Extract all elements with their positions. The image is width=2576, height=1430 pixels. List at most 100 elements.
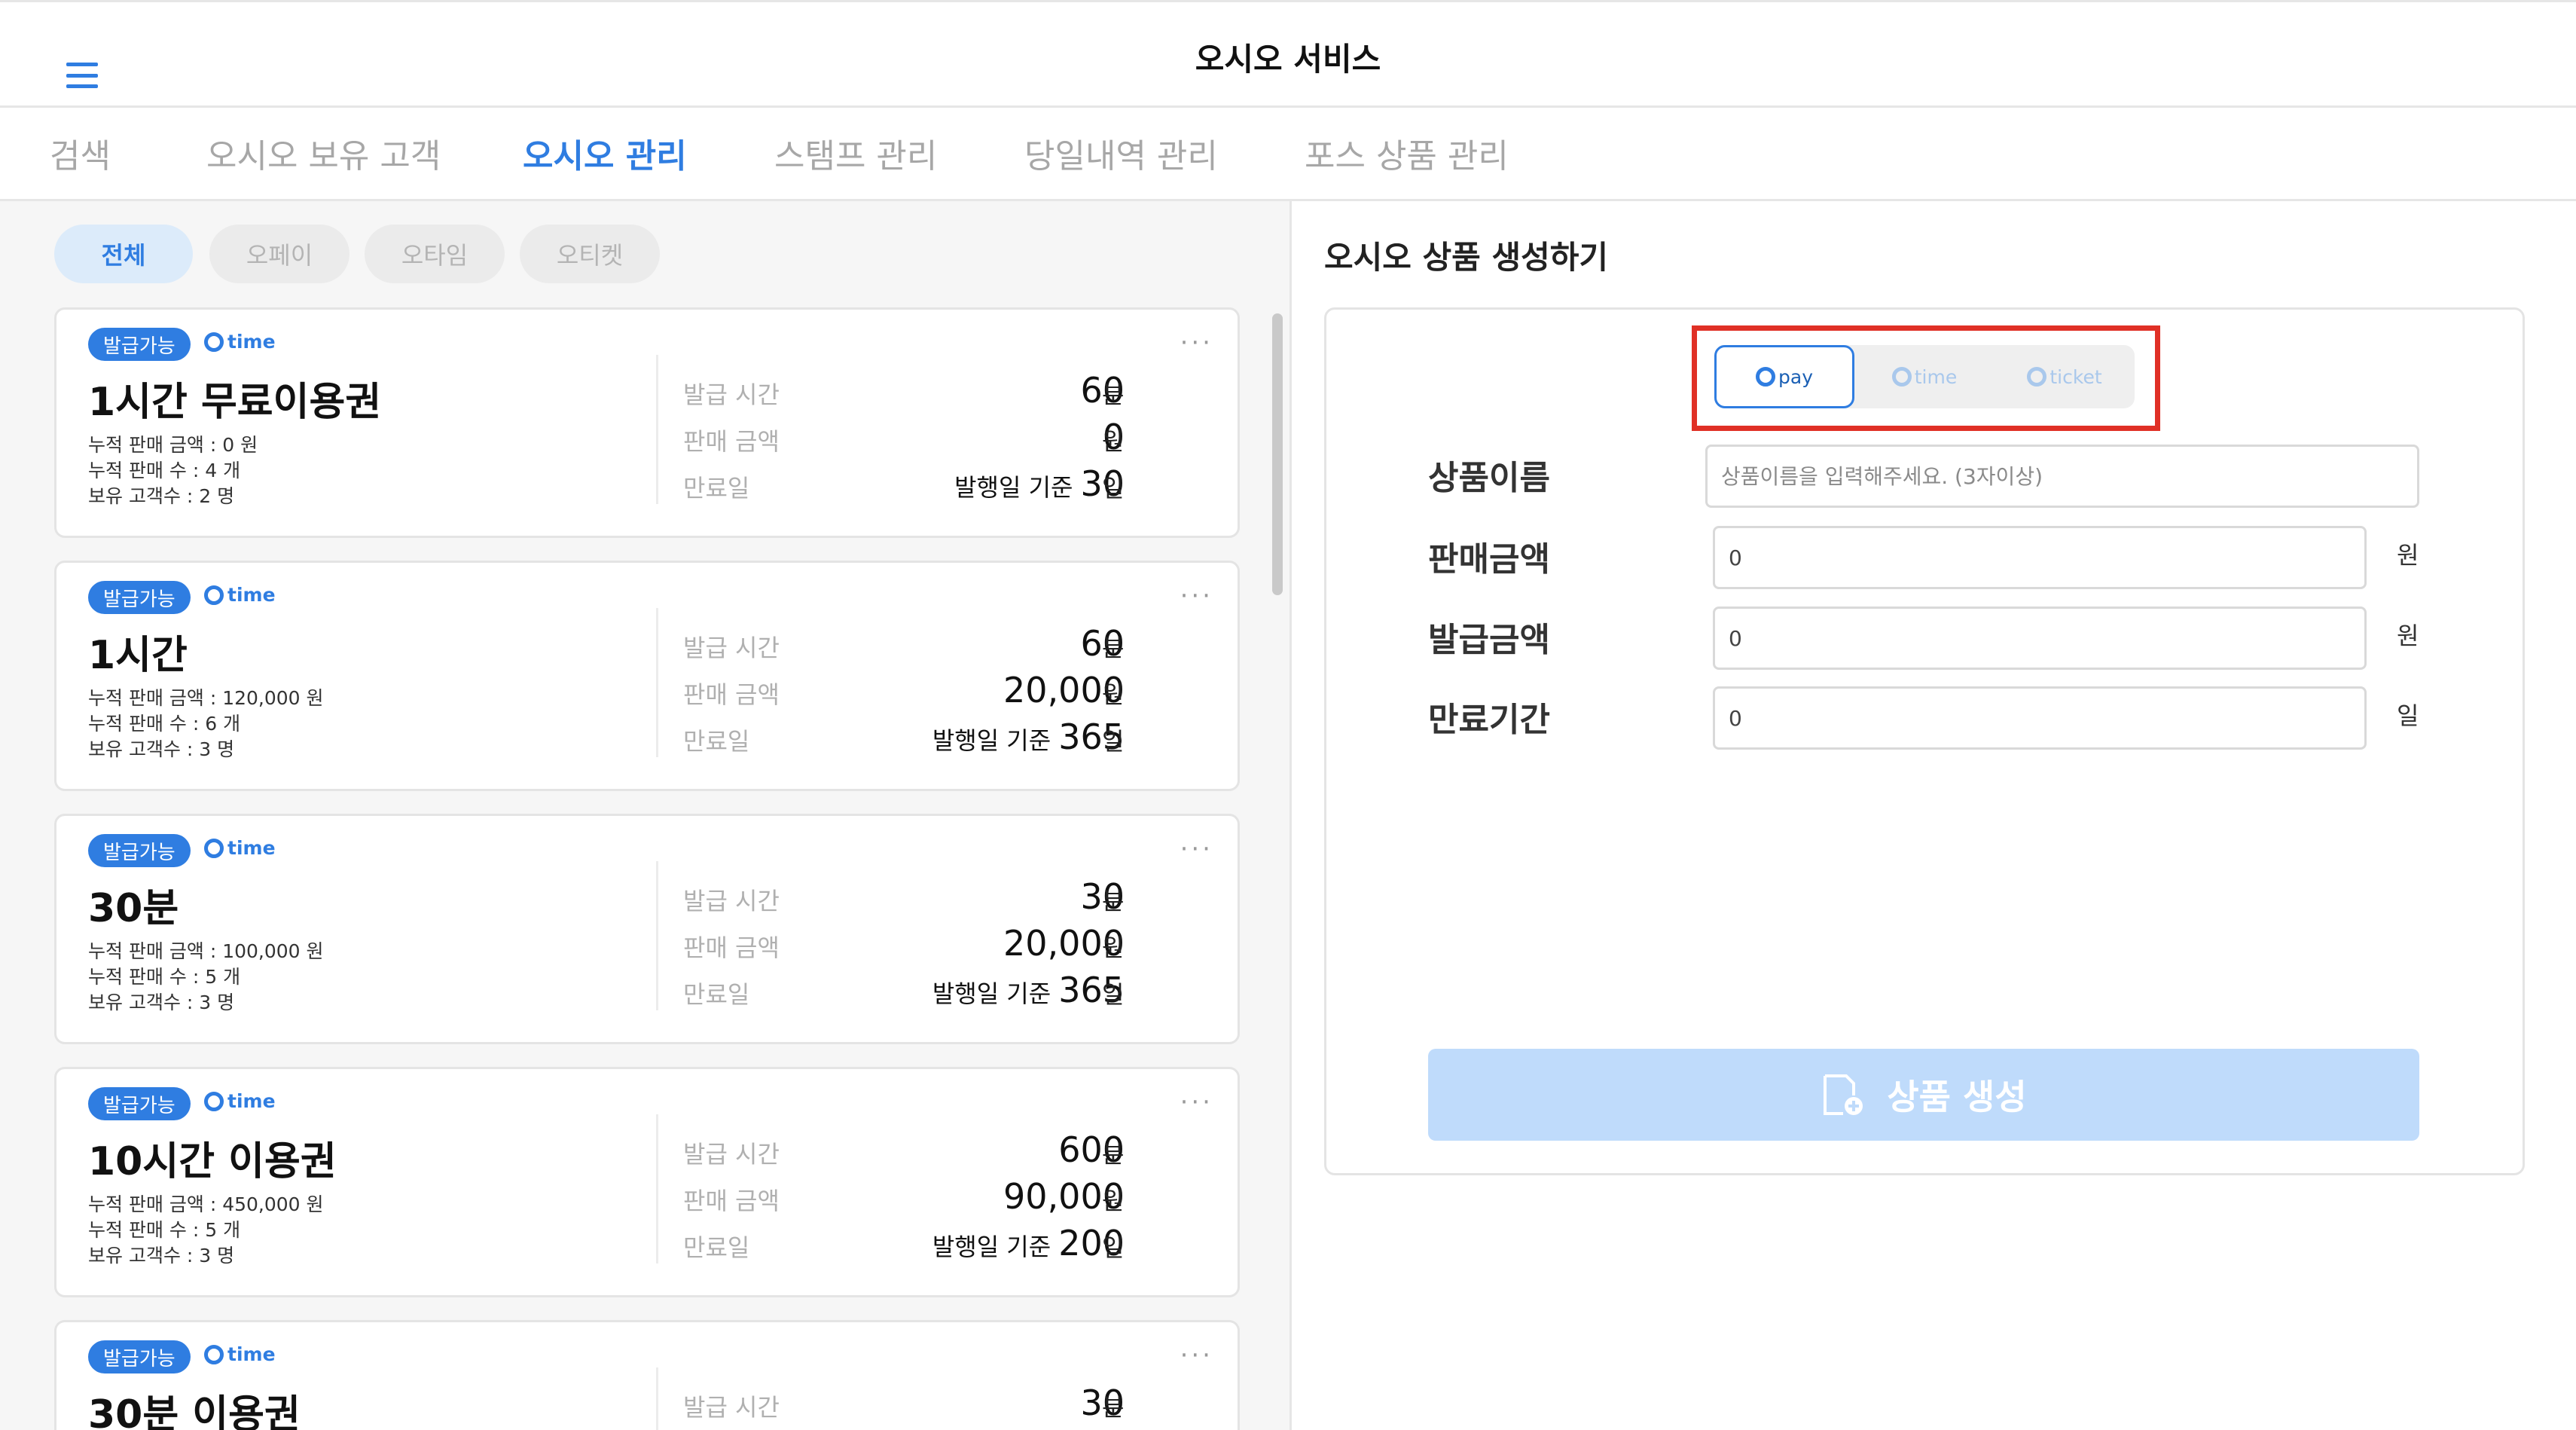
label-issue-amount: 발급금액 [1428,621,1550,659]
highlight-box [1692,325,2160,431]
product-type-tag: time [204,837,276,859]
stat-holders: 보유 고객수 : 2 명 [88,485,235,507]
label-expiry: 만료일 [683,980,750,1009]
tab-pos-products[interactable]: 포스 상품 관리 [1305,129,1509,177]
o-ring-icon [204,1344,224,1364]
value-expiry: 발행일 기준 200 [932,1223,1125,1263]
product-card[interactable]: 발급가능 time ··· 10시간 이용권 누적 판매 금액 : 450,00… [54,1067,1240,1297]
stat-sales: 누적 판매 금액 : 120,000 원 [88,687,324,709]
more-options-icon[interactable]: ··· [1180,581,1213,611]
unit-minutes: 분 [1102,380,1125,409]
stat-holders: 보유 고객수 : 3 명 [88,992,235,1013]
tab-daily-history[interactable]: 당일내역 관리 [1024,129,1218,177]
more-options-icon[interactable]: ··· [1180,1340,1213,1370]
unit-minutes: 분 [1102,887,1125,915]
unit-won: 원 [1102,1187,1125,1215]
main-tabs: 검색 오시오 보유 고객 오시오 관리 스탬프 관리 당일내역 관리 포스 상품… [0,108,2576,201]
filter-all[interactable]: 전체 [54,225,193,283]
status-badge: 발급가능 [88,581,191,614]
unit-minutes: 분 [1102,1140,1125,1169]
unit-won: 원 [2397,541,2419,570]
issue-amount-input[interactable] [1713,607,2367,670]
status-badge: 발급가능 [88,1087,191,1120]
label-expiry: 만료일 [683,474,750,503]
product-type-tag: time [204,584,276,606]
unit-days: 일 [1102,1233,1125,1262]
divider [656,1114,658,1263]
stat-count: 누적 판매 수 : 4 개 [88,460,241,481]
sale-price-input[interactable] [1713,526,2367,589]
unit-won: 원 [1102,680,1125,709]
more-options-icon[interactable]: ··· [1180,834,1213,864]
label-issue-time: 발급 시간 [683,634,780,662]
label-expiry: 만료일 [683,1233,750,1262]
o-ring-icon [204,585,224,605]
label-sale-amount: 판매 금액 [683,680,780,709]
app-header: 오시오 서비스 [0,0,2576,108]
stat-count: 누적 판매 수 : 5 개 [88,1219,241,1241]
o-ring-icon [204,332,224,352]
tab-stamp-management[interactable]: 스탬프 관리 [774,129,937,177]
expiry-prefix: 발행일 기준 [932,1233,1051,1261]
tab-osio-management[interactable]: 오시오 관리 [523,129,687,177]
divider [656,355,658,504]
expiry-period-input[interactable] [1713,686,2367,750]
product-name-input[interactable] [1705,445,2419,508]
add-document-icon [1824,1074,1863,1115]
product-type-tag: time [204,331,276,353]
status-badge: 발급가능 [88,328,191,361]
label-sale-amount: 판매 금액 [683,933,780,962]
tab-osio-customers[interactable]: 오시오 보유 고객 [206,129,441,177]
status-badge: 발급가능 [88,834,191,867]
stat-holders: 보유 고객수 : 3 명 [88,738,235,760]
tab-search[interactable]: 검색 [50,129,111,177]
more-options-icon[interactable]: ··· [1180,1087,1213,1117]
filter-opay[interactable]: 오페이 [209,225,349,283]
product-card[interactable]: 발급가능 time ··· 30분 누적 판매 금액 : 100,000 원 누… [54,814,1240,1044]
more-options-icon[interactable]: ··· [1180,328,1213,358]
product-card[interactable]: 발급가능 time ··· 1시간 누적 판매 금액 : 120,000 원 누… [54,561,1240,791]
product-name: 1시간 [88,633,188,678]
expiry-prefix: 발행일 기준 [932,979,1051,1008]
create-product-button[interactable]: 상품 생성 [1428,1049,2419,1141]
unit-minutes: 분 [1102,1393,1125,1422]
o-ring-icon [204,1091,224,1111]
label-issue-time: 발급 시간 [683,1393,780,1422]
value-expiry: 발행일 기준 365 [932,970,1125,1010]
product-card[interactable]: 발급가능 time ··· 30분 이용권 발급 시간 30 분 [54,1320,1240,1430]
label-expiry-period: 만료기간 [1428,701,1550,739]
label-issue-time: 발급 시간 [683,1140,780,1169]
unit-days: 일 [1102,727,1125,756]
divider [656,1367,658,1430]
stat-count: 누적 판매 수 : 6 개 [88,713,241,735]
expiry-prefix: 발행일 기준 [932,726,1051,755]
product-type-tag: time [204,1343,276,1365]
panel-divider [1290,201,1292,1430]
label-issue-time: 발급 시간 [683,887,780,915]
expiry-prefix: 발행일 기준 [954,473,1073,502]
product-name: 10시간 이용권 [88,1139,337,1184]
create-product-label: 상품 생성 [1887,1077,2027,1117]
product-type-tag: time [204,1090,276,1112]
status-badge: 발급가능 [88,1340,191,1373]
label-sale-amount: 판매 금액 [683,427,780,456]
form-title: 오시오 상품 생성하기 [1324,239,1609,276]
value-expiry: 발행일 기준 365 [932,717,1125,757]
unit-days: 일 [2397,701,2419,730]
list-scrollbar[interactable] [1272,313,1283,595]
app-title: 오시오 서비스 [1195,41,1381,78]
product-name: 30분 이용권 [88,1392,301,1430]
product-name: 1시간 무료이용권 [88,380,382,425]
label-product-name: 상품이름 [1428,459,1550,497]
label-sale-price: 판매금액 [1428,540,1550,579]
stat-sales: 누적 판매 금액 : 450,000 원 [88,1193,324,1215]
stat-count: 누적 판매 수 : 5 개 [88,966,241,988]
unit-won: 원 [1102,427,1125,456]
unit-days: 일 [1102,474,1125,503]
label-expiry: 만료일 [683,727,750,756]
filter-otime[interactable]: 오타임 [365,225,505,283]
filter-oticket[interactable]: 오티켓 [520,225,660,283]
divider [656,608,658,757]
stat-sales: 누적 판매 금액 : 0 원 [88,434,258,456]
product-card[interactable]: 발급가능 time ··· 1시간 무료이용권 누적 판매 금액 : 0 원 누… [54,307,1240,538]
